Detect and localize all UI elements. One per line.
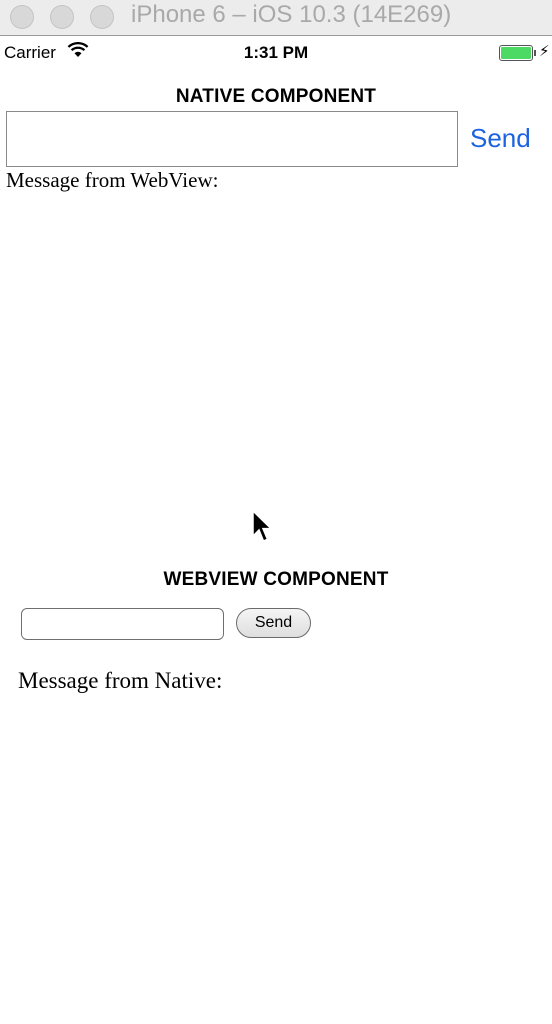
webview-component-heading: WEBVIEW COMPONENT bbox=[163, 569, 389, 590]
message-from-native-label: Message from Native: bbox=[18, 668, 223, 693]
battery-icon bbox=[499, 45, 533, 61]
webview-send-button[interactable]: Send bbox=[236, 608, 311, 638]
message-from-webview-label: Message from WebView: bbox=[6, 168, 219, 192]
zoom-window-button[interactable] bbox=[90, 5, 114, 29]
simulator-title-bar: iPhone 6 – iOS 10.3 (14E269) bbox=[0, 0, 552, 36]
webview-message-input[interactable] bbox=[21, 608, 224, 640]
ios-status-bar: Carrier 1:31 PM ⚡︎ bbox=[0, 38, 552, 68]
native-send-button[interactable]: Send bbox=[470, 123, 531, 154]
close-window-button[interactable] bbox=[10, 5, 34, 29]
minimize-window-button[interactable] bbox=[50, 5, 74, 29]
native-message-input[interactable] bbox=[6, 111, 458, 167]
mouse-pointer-icon bbox=[252, 510, 273, 542]
charging-bolt-icon: ⚡︎ bbox=[539, 43, 550, 60]
native-component-heading: NATIVE COMPONENT bbox=[175, 86, 377, 107]
status-time: 1:31 PM bbox=[243, 43, 309, 62]
window-title: iPhone 6 – iOS 10.3 (14E269) bbox=[131, 1, 452, 28]
battery-nub bbox=[534, 50, 536, 56]
